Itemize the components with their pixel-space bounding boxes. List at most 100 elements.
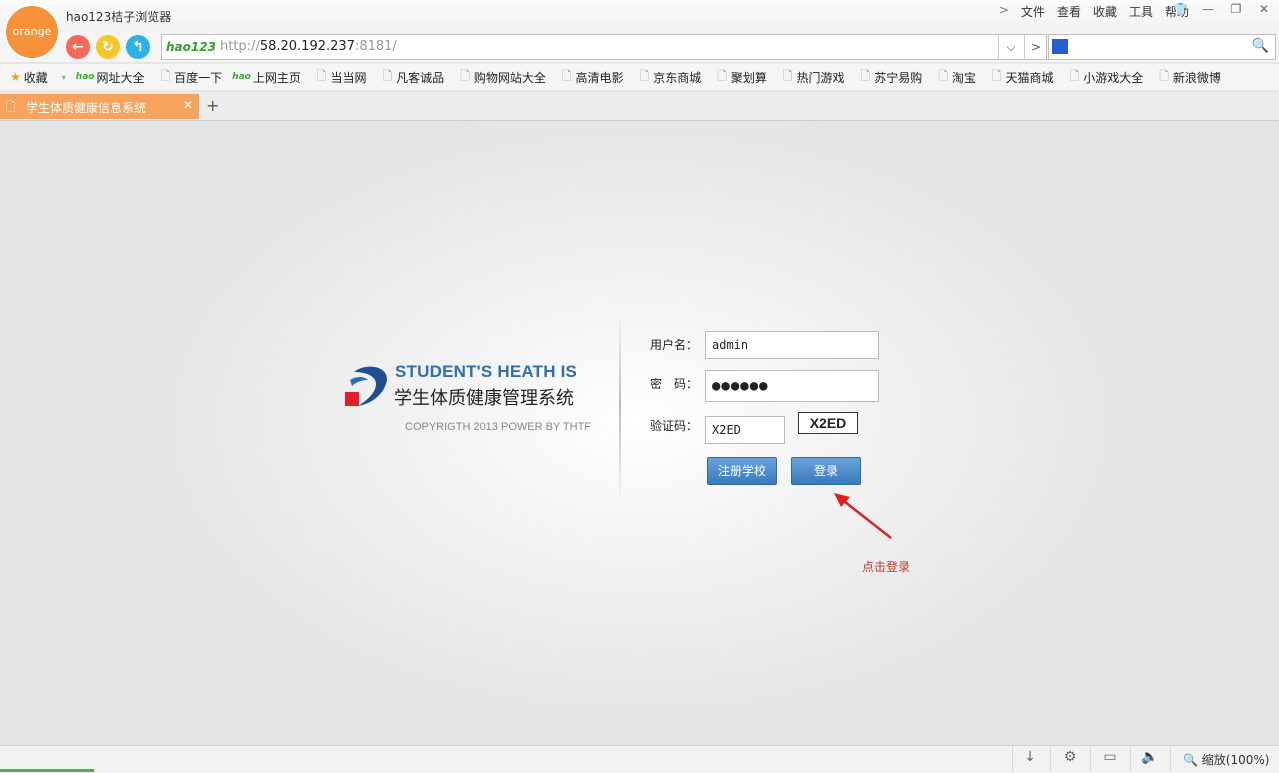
bookmark-item[interactable]: hao 上网主页 — [232, 69, 301, 86]
menu-item-favorites[interactable]: 收藏 — [1093, 3, 1117, 20]
hao-icon: hao — [75, 72, 95, 82]
brand-title-cn: 学生体质健康管理系统 — [394, 388, 574, 409]
address-text[interactable]: http://58.20.192.237:8181/ — [220, 39, 397, 54]
zoom-control[interactable]: 🔍 缩放(100%) — [1183, 751, 1269, 768]
menu-item-view[interactable]: 查看 — [1057, 3, 1081, 20]
page-icon: 🗋 — [1069, 68, 1080, 83]
zoom-icon: 🔍 — [1183, 753, 1198, 767]
chevron-down-icon[interactable]: ⌵ — [998, 35, 1023, 59]
bookmark-item[interactable]: 🗋 高清电影 — [562, 67, 624, 88]
bookmark-item[interactable]: 🗋 小游戏大全 — [1070, 67, 1144, 88]
register-school-button[interactable]: 注册学校 — [707, 457, 777, 485]
bookmark-label: 天猫商城 — [1005, 70, 1054, 85]
page-icon: 🗋 — [6, 100, 16, 114]
close-tab-icon[interactable]: ✕ — [183, 98, 193, 112]
pointer-arrow-icon — [834, 493, 892, 539]
bookmark-favorites[interactable]: ★ 收藏 ▾ — [10, 69, 66, 86]
address-scheme: http:// — [220, 39, 260, 54]
bookmark-item[interactable]: 🗋 淘宝 — [938, 67, 976, 88]
go-icon[interactable]: > — [1024, 35, 1047, 59]
bookmark-label: 网址大全 — [96, 70, 145, 85]
bookmark-item[interactable]: hao 网址大全 — [76, 69, 145, 86]
download-icon[interactable]: ↓ — [1020, 749, 1040, 765]
page-icon: 🗋 — [938, 68, 948, 83]
page-icon: 🗋 — [1159, 68, 1169, 83]
brand-logo-icon — [345, 366, 387, 406]
bookmarks-bar: ★ 收藏 ▾ hao 网址大全 🗋 百度一下 hao 上网主页 🗋 当当网 🗋 凡客诚品 🗋 购… — [0, 64, 1279, 90]
bookmark-item[interactable]: 🗋 京东商城 — [640, 67, 702, 88]
bookmark-item[interactable]: 🗋 聚划算 — [717, 67, 767, 88]
address-port: :8181/ — [354, 39, 397, 54]
bookmark-item[interactable]: 🗋 新浪微博 — [1159, 67, 1221, 88]
bookmark-item[interactable]: 🗋 购物网站大全 — [460, 67, 546, 88]
login-hint: 点击登录 — [862, 560, 911, 574]
back-button[interactable]: ← — [66, 35, 90, 59]
skin-icon[interactable]: 👕 — [1173, 2, 1188, 16]
screen-icon[interactable]: ▭ — [1100, 749, 1120, 765]
copyright-text: COPYRIGTH 2013 POWER BY THTF — [405, 421, 592, 433]
menu-expand-icon[interactable]: > — [999, 3, 1009, 20]
window-title: hao123桔子浏览器 — [66, 10, 172, 24]
status-divider — [1090, 746, 1091, 772]
search-engine-icon[interactable]: 🐾 — [1052, 39, 1068, 54]
page-content — [0, 121, 1279, 745]
volume-icon[interactable]: 🔈 — [1140, 749, 1160, 765]
page-icon: 🗋 — [382, 68, 393, 83]
captcha-label: 验证码： — [650, 419, 699, 433]
search-box[interactable]: 🐾 🔍 — [1048, 34, 1276, 60]
password-label: 密 码： — [650, 377, 699, 391]
bookmark-label: 百度一下 — [174, 70, 223, 85]
close-icon[interactable]: ✕ — [1257, 2, 1271, 16]
divider — [619, 313, 621, 503]
refresh-button[interactable]: ↻ — [96, 35, 120, 59]
brand-title-en: STUDENT'S HEATH IS — [395, 362, 578, 381]
maximize-icon[interactable]: ❐ — [1229, 2, 1243, 16]
bookmark-item[interactable]: 🗋 当当网 — [317, 67, 367, 88]
bookmark-label: 苏宁易购 — [874, 70, 923, 85]
page-icon: 🗋 — [561, 68, 572, 83]
bookmark-label: 淘宝 — [951, 70, 976, 85]
tab-active[interactable]: 🗋 学生体质健康信息系统 ✕ — [0, 94, 199, 119]
home-button[interactable]: ↰ — [126, 35, 150, 59]
new-tab-icon[interactable]: + — [206, 96, 219, 115]
bookmark-label: 京东商城 — [653, 70, 702, 85]
bookmark-item[interactable]: 🗋 天猫商城 — [992, 67, 1054, 88]
menu-item-tools[interactable]: 工具 — [1129, 3, 1153, 20]
bookmark-label: 上网主页 — [252, 70, 301, 85]
bookmark-label: 收藏 — [23, 70, 48, 85]
window-controls: 👕 — ❐ ✕ — [1173, 2, 1271, 16]
status-divider — [1050, 746, 1051, 772]
page-icon: 🗋 — [460, 68, 470, 83]
bookmark-label: 购物网站大全 — [473, 70, 546, 85]
page-icon: 🗋 — [316, 68, 327, 83]
status-divider — [1170, 746, 1171, 772]
bookmark-item[interactable]: 🗋 百度一下 — [160, 67, 222, 88]
bookmark-item[interactable]: 🗋 凡客诚品 — [383, 67, 445, 88]
page-icon: 🗋 — [717, 68, 727, 83]
star-icon: ★ — [10, 70, 21, 84]
bookmark-item[interactable]: 🗋 苏宁易购 — [861, 67, 923, 88]
captcha-image[interactable]: X2ED — [798, 412, 858, 434]
browser-logo[interactable]: orange — [6, 6, 58, 58]
address-bar[interactable]: hao123 http://58.20.192.237:8181/ ⌵ > — [161, 34, 1047, 60]
bookmark-label: 凡客诚品 — [396, 70, 445, 85]
search-icon[interactable]: 🔍 — [1252, 38, 1269, 54]
menu-item-file[interactable]: 文件 — [1021, 3, 1045, 20]
password-input[interactable]: ●●●●●● — [705, 370, 879, 402]
captcha-input[interactable]: X2ED — [705, 416, 785, 444]
page-icon: 🗋 — [639, 68, 650, 83]
login-button[interactable]: 登录 — [791, 457, 861, 485]
bookmark-label: 小游戏大全 — [1083, 70, 1144, 85]
tab-label: 学生体质健康信息系统 — [26, 101, 147, 115]
bookmark-label: 高清电影 — [575, 70, 624, 85]
bookmark-label: 当当网 — [330, 70, 367, 85]
page-icon: 🗋 — [860, 68, 871, 83]
bookmark-item[interactable]: 🗋 热门游戏 — [783, 67, 845, 88]
settings-icon[interactable]: ⚙ — [1060, 749, 1080, 765]
minimize-icon[interactable]: — — [1201, 2, 1215, 16]
username-input[interactable]: admin — [705, 331, 879, 359]
site-badge: hao123 — [166, 38, 216, 56]
bookmark-label: 新浪微博 — [1172, 70, 1221, 85]
chevron-down-icon[interactable]: ▾ — [62, 73, 66, 82]
page-icon: 🗋 — [160, 68, 171, 83]
